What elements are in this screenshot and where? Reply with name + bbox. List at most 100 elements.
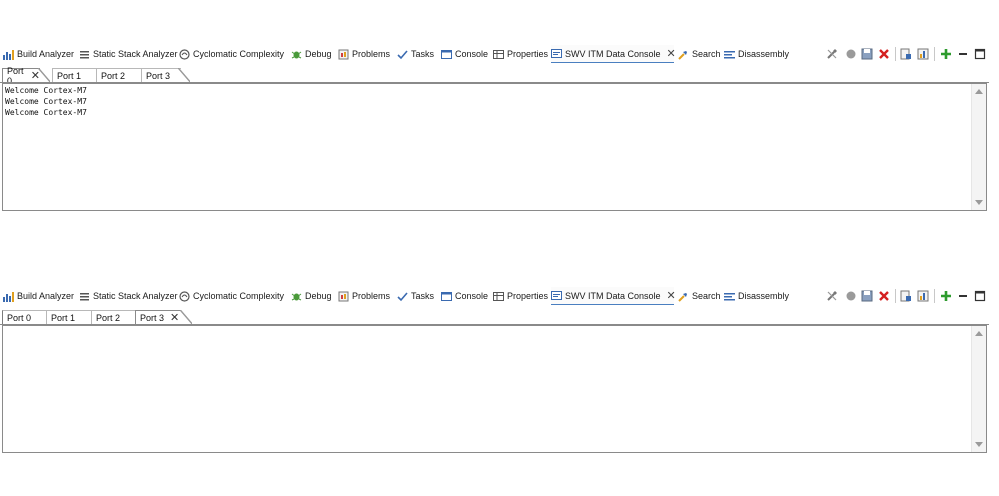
save-icon[interactable] xyxy=(861,48,873,60)
port-tab-0[interactable]: Port 0 ✕ xyxy=(2,66,40,86)
tab-label: Tasks xyxy=(411,291,435,301)
console-line: Welcome Cortex-M7 xyxy=(5,86,87,95)
maximize-icon[interactable] xyxy=(974,290,986,302)
view-tab-bar: Build Analyzer Static Stack Analyzer Cyc… xyxy=(0,45,999,63)
tab-build-analyzer[interactable]: Build Analyzer xyxy=(2,287,74,305)
tab-label: Properties xyxy=(507,291,549,301)
port-tab-bar: Port 0 Port 1 Port 2 Port 3 ✕ xyxy=(0,307,999,325)
tab-debug[interactable]: Debug xyxy=(290,287,332,305)
stack-analyzer-icon xyxy=(78,48,90,60)
vertical-scrollbar[interactable] xyxy=(971,84,986,210)
port-tab-bar: Port 0 ✕ Port 1 Port 2 Port 3 xyxy=(0,65,999,86)
add-port-icon[interactable] xyxy=(917,290,929,302)
tab-label: Search xyxy=(692,291,721,301)
tab-disassembly[interactable]: Disassembly xyxy=(723,45,789,63)
add-port-icon[interactable] xyxy=(917,48,929,60)
port-tab-label: Port 1 xyxy=(57,70,82,81)
port-tab-2[interactable]: Port 2 xyxy=(96,68,141,82)
scroll-down-arrow-icon[interactable] xyxy=(975,442,983,447)
maximize-icon[interactable] xyxy=(974,48,986,60)
toolbar-separator xyxy=(895,47,896,61)
tab-problems[interactable]: Problems xyxy=(337,287,390,305)
tab-swv-itm-data-console[interactable]: SWV ITM Data Console ✕ xyxy=(551,45,676,63)
search-flashlight-icon xyxy=(677,290,689,302)
scroll-up-arrow-icon[interactable] xyxy=(975,89,983,94)
tab-properties[interactable]: Properties xyxy=(492,45,548,63)
configure-trace-icon[interactable] xyxy=(826,48,838,60)
close-icon[interactable]: ✕ xyxy=(170,311,179,324)
add-green-icon[interactable] xyxy=(940,48,952,60)
minimize-icon[interactable] xyxy=(957,290,969,302)
toolbar-separator xyxy=(895,289,896,303)
tab-label: Static Stack Analyzer xyxy=(93,291,178,301)
tab-console[interactable]: Console xyxy=(440,45,488,63)
vertical-scrollbar[interactable] xyxy=(971,326,986,452)
port-tab-2[interactable]: Port 2 xyxy=(91,310,135,324)
swv-itm-panel-top: Build Analyzer Static Stack Analyzer Cyc… xyxy=(0,45,999,211)
tab-problems[interactable]: Problems xyxy=(337,45,390,63)
tab-label: Console xyxy=(455,291,489,301)
port-tab-label: Port 1 xyxy=(51,312,76,323)
tab-edge xyxy=(38,68,50,82)
tab-cyclomatic-complexity[interactable]: Cyclomatic Complexity xyxy=(178,287,284,305)
console-text: Welcome Cortex-M7 Welcome Cortex-M7 Welc… xyxy=(5,85,87,118)
console-icon xyxy=(440,48,452,60)
start-trace-icon[interactable] xyxy=(845,48,857,60)
tab-search[interactable]: Search xyxy=(677,287,721,305)
tab-properties[interactable]: Properties xyxy=(492,287,548,305)
port-tab-0[interactable]: Port 0 xyxy=(2,310,46,324)
tasks-icon xyxy=(396,48,408,60)
close-icon[interactable]: ✕ xyxy=(667,47,676,60)
configure-trace-icon[interactable] xyxy=(826,290,838,302)
tab-tasks[interactable]: Tasks xyxy=(396,287,434,305)
tab-cyclomatic-complexity[interactable]: Cyclomatic Complexity xyxy=(178,45,284,63)
tab-tasks[interactable]: Tasks xyxy=(396,45,434,63)
remove-red-x-icon[interactable] xyxy=(878,290,890,302)
tab-label: Cyclomatic Complexity xyxy=(193,291,285,301)
clear-console-icon[interactable] xyxy=(900,48,912,60)
tab-console[interactable]: Console xyxy=(440,287,488,305)
port-tab-3[interactable]: Port 3 ✕ xyxy=(135,310,181,324)
tab-label: SWV ITM Data Console xyxy=(565,48,661,59)
problems-icon xyxy=(337,290,349,302)
clear-console-icon[interactable] xyxy=(900,290,912,302)
itm-console-output[interactable]: Welcome Cortex-M7 Welcome Cortex-M7 Welc… xyxy=(2,83,987,211)
problems-icon xyxy=(337,48,349,60)
tab-edge xyxy=(178,68,190,82)
tab-swv-itm-data-console[interactable]: SWV ITM Data Console ✕ xyxy=(551,287,676,305)
tab-label: Search xyxy=(692,49,721,59)
disassembly-icon xyxy=(723,48,735,60)
close-icon[interactable]: ✕ xyxy=(667,289,676,302)
tab-debug[interactable]: Debug xyxy=(290,45,332,63)
port-tab-3[interactable]: Port 3 xyxy=(141,68,181,82)
view-tab-bar: Build Analyzer Static Stack Analyzer Cyc… xyxy=(0,287,999,305)
scroll-down-arrow-icon[interactable] xyxy=(975,200,983,205)
swv-console-icon xyxy=(551,290,562,302)
build-analyzer-icon xyxy=(2,48,14,60)
tab-static-stack-analyzer[interactable]: Static Stack Analyzer xyxy=(78,45,178,63)
minimize-icon[interactable] xyxy=(957,48,969,60)
cyclomatic-complexity-icon xyxy=(178,290,190,302)
remove-red-x-icon[interactable] xyxy=(878,48,890,60)
tab-label: Disassembly xyxy=(738,49,790,59)
tab-label: Cyclomatic Complexity xyxy=(193,49,285,59)
cyclomatic-complexity-icon xyxy=(178,48,190,60)
tab-disassembly[interactable]: Disassembly xyxy=(723,287,789,305)
itm-console-output[interactable] xyxy=(2,325,987,453)
tab-static-stack-analyzer[interactable]: Static Stack Analyzer xyxy=(78,287,178,305)
properties-icon xyxy=(492,48,504,60)
debug-bug-icon xyxy=(290,290,302,302)
tab-build-analyzer[interactable]: Build Analyzer xyxy=(2,45,74,63)
tab-label: Build Analyzer xyxy=(17,49,75,59)
scroll-up-arrow-icon[interactable] xyxy=(975,331,983,336)
save-icon[interactable] xyxy=(861,290,873,302)
add-green-icon[interactable] xyxy=(940,290,952,302)
tab-search[interactable]: Search xyxy=(677,45,721,63)
port-tab-1[interactable]: Port 1 xyxy=(46,310,91,324)
port-tab-label: Port 0 xyxy=(7,312,32,323)
start-trace-icon[interactable] xyxy=(845,290,857,302)
tab-label: Build Analyzer xyxy=(17,291,75,301)
tab-label: Static Stack Analyzer xyxy=(93,49,178,59)
tab-label: Debug xyxy=(305,291,332,301)
port-tab-1[interactable]: Port 1 xyxy=(52,68,96,82)
